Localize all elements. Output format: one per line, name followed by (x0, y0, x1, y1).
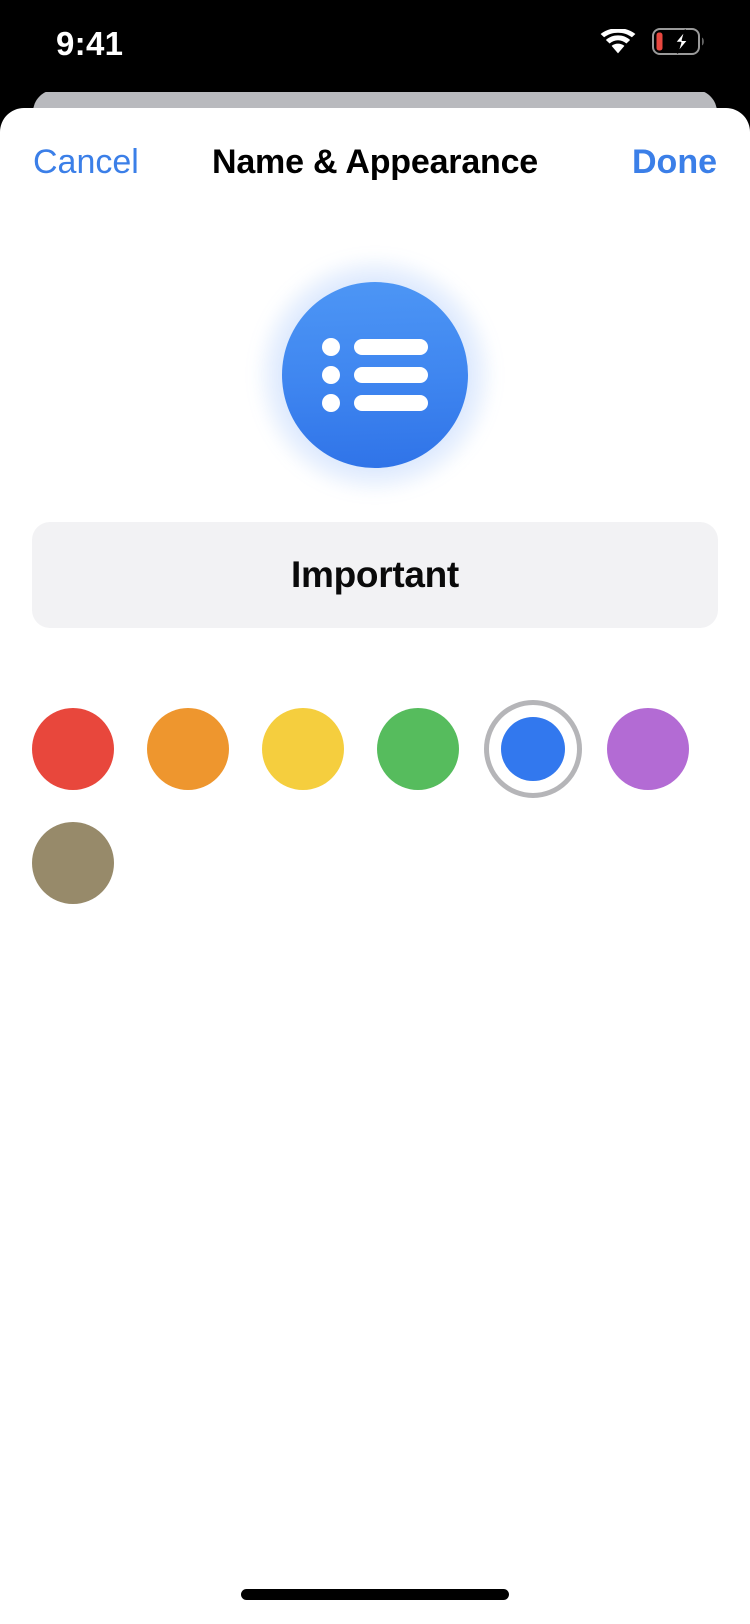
list-icon-area (0, 260, 750, 490)
color-swatch-green[interactable] (377, 708, 459, 790)
color-swatch-dot (501, 717, 565, 781)
color-swatch-yellow[interactable] (262, 708, 344, 790)
color-swatch-blue[interactable] (484, 700, 582, 798)
status-bar-time: 9:41 (56, 25, 124, 62)
sheet-navigation-bar: Cancel Name & Appearance Done (0, 108, 750, 216)
status-bar-indicators (600, 26, 706, 62)
color-swatch-orange[interactable] (147, 708, 229, 790)
name-input-value: Important (291, 554, 459, 595)
home-indicator[interactable] (241, 1589, 509, 1600)
color-swatch-grid (32, 700, 718, 904)
color-swatch-dot (32, 822, 114, 904)
color-swatch-dot (377, 708, 459, 790)
color-swatch-purple[interactable] (607, 708, 689, 790)
color-swatch-dot (262, 708, 344, 790)
name-and-appearance-sheet: Cancel Name & Appearance Done Important (0, 108, 750, 1624)
battery-charging-icon (652, 28, 706, 60)
phone-screen: 9:41 Cancel Name & Appearance Done Impor… (0, 0, 750, 1624)
done-button[interactable]: Done (632, 140, 717, 184)
color-swatch-red[interactable] (32, 708, 114, 790)
status-bar: 9:41 (0, 0, 750, 92)
name-input-field[interactable]: Important (32, 522, 718, 628)
bulleted-list-glyph (322, 338, 428, 412)
list-icon-wrapper (260, 260, 490, 490)
color-swatch-dot (147, 708, 229, 790)
color-swatch-dot (32, 708, 114, 790)
bulleted-list-icon[interactable] (282, 282, 468, 468)
color-swatch-brown[interactable] (32, 822, 114, 904)
color-swatch-dot (607, 708, 689, 790)
wifi-icon (600, 27, 636, 60)
